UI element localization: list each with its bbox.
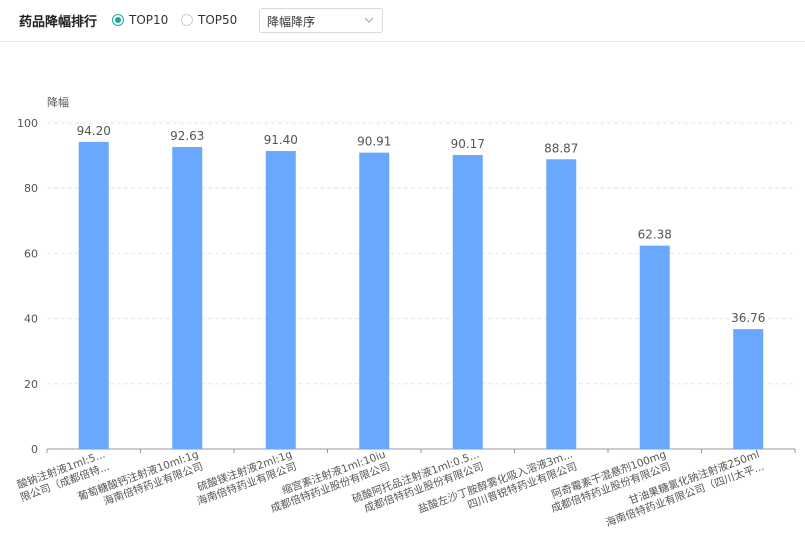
data-label: 94.20	[77, 124, 111, 138]
data-label: 88.87	[544, 141, 578, 155]
y-tick-label: 60	[24, 247, 38, 260]
bar	[452, 155, 483, 449]
y-axis-label: 降幅	[47, 95, 69, 109]
data-label: 90.91	[357, 135, 391, 149]
bar	[359, 152, 390, 449]
bar	[78, 141, 109, 449]
bar	[265, 151, 296, 449]
y-tick-label: 20	[24, 378, 38, 391]
y-tick-label: 100	[17, 117, 38, 130]
y-tick-label: 40	[24, 313, 38, 326]
y-tick-label: 0	[31, 443, 38, 456]
data-label: 36.76	[731, 311, 765, 325]
data-label: 62.38	[638, 228, 672, 242]
bar	[639, 245, 670, 449]
bar-chart: 降幅02040608010094.20酸钠注射液1ml:5...限公司（成都倍特…	[15, 95, 796, 529]
bar	[733, 329, 764, 449]
data-label: 91.40	[264, 133, 298, 147]
bar	[546, 159, 577, 449]
bar	[172, 147, 203, 450]
data-label: 92.63	[170, 129, 204, 143]
y-tick-label: 80	[24, 182, 38, 195]
data-label: 90.17	[451, 137, 485, 151]
